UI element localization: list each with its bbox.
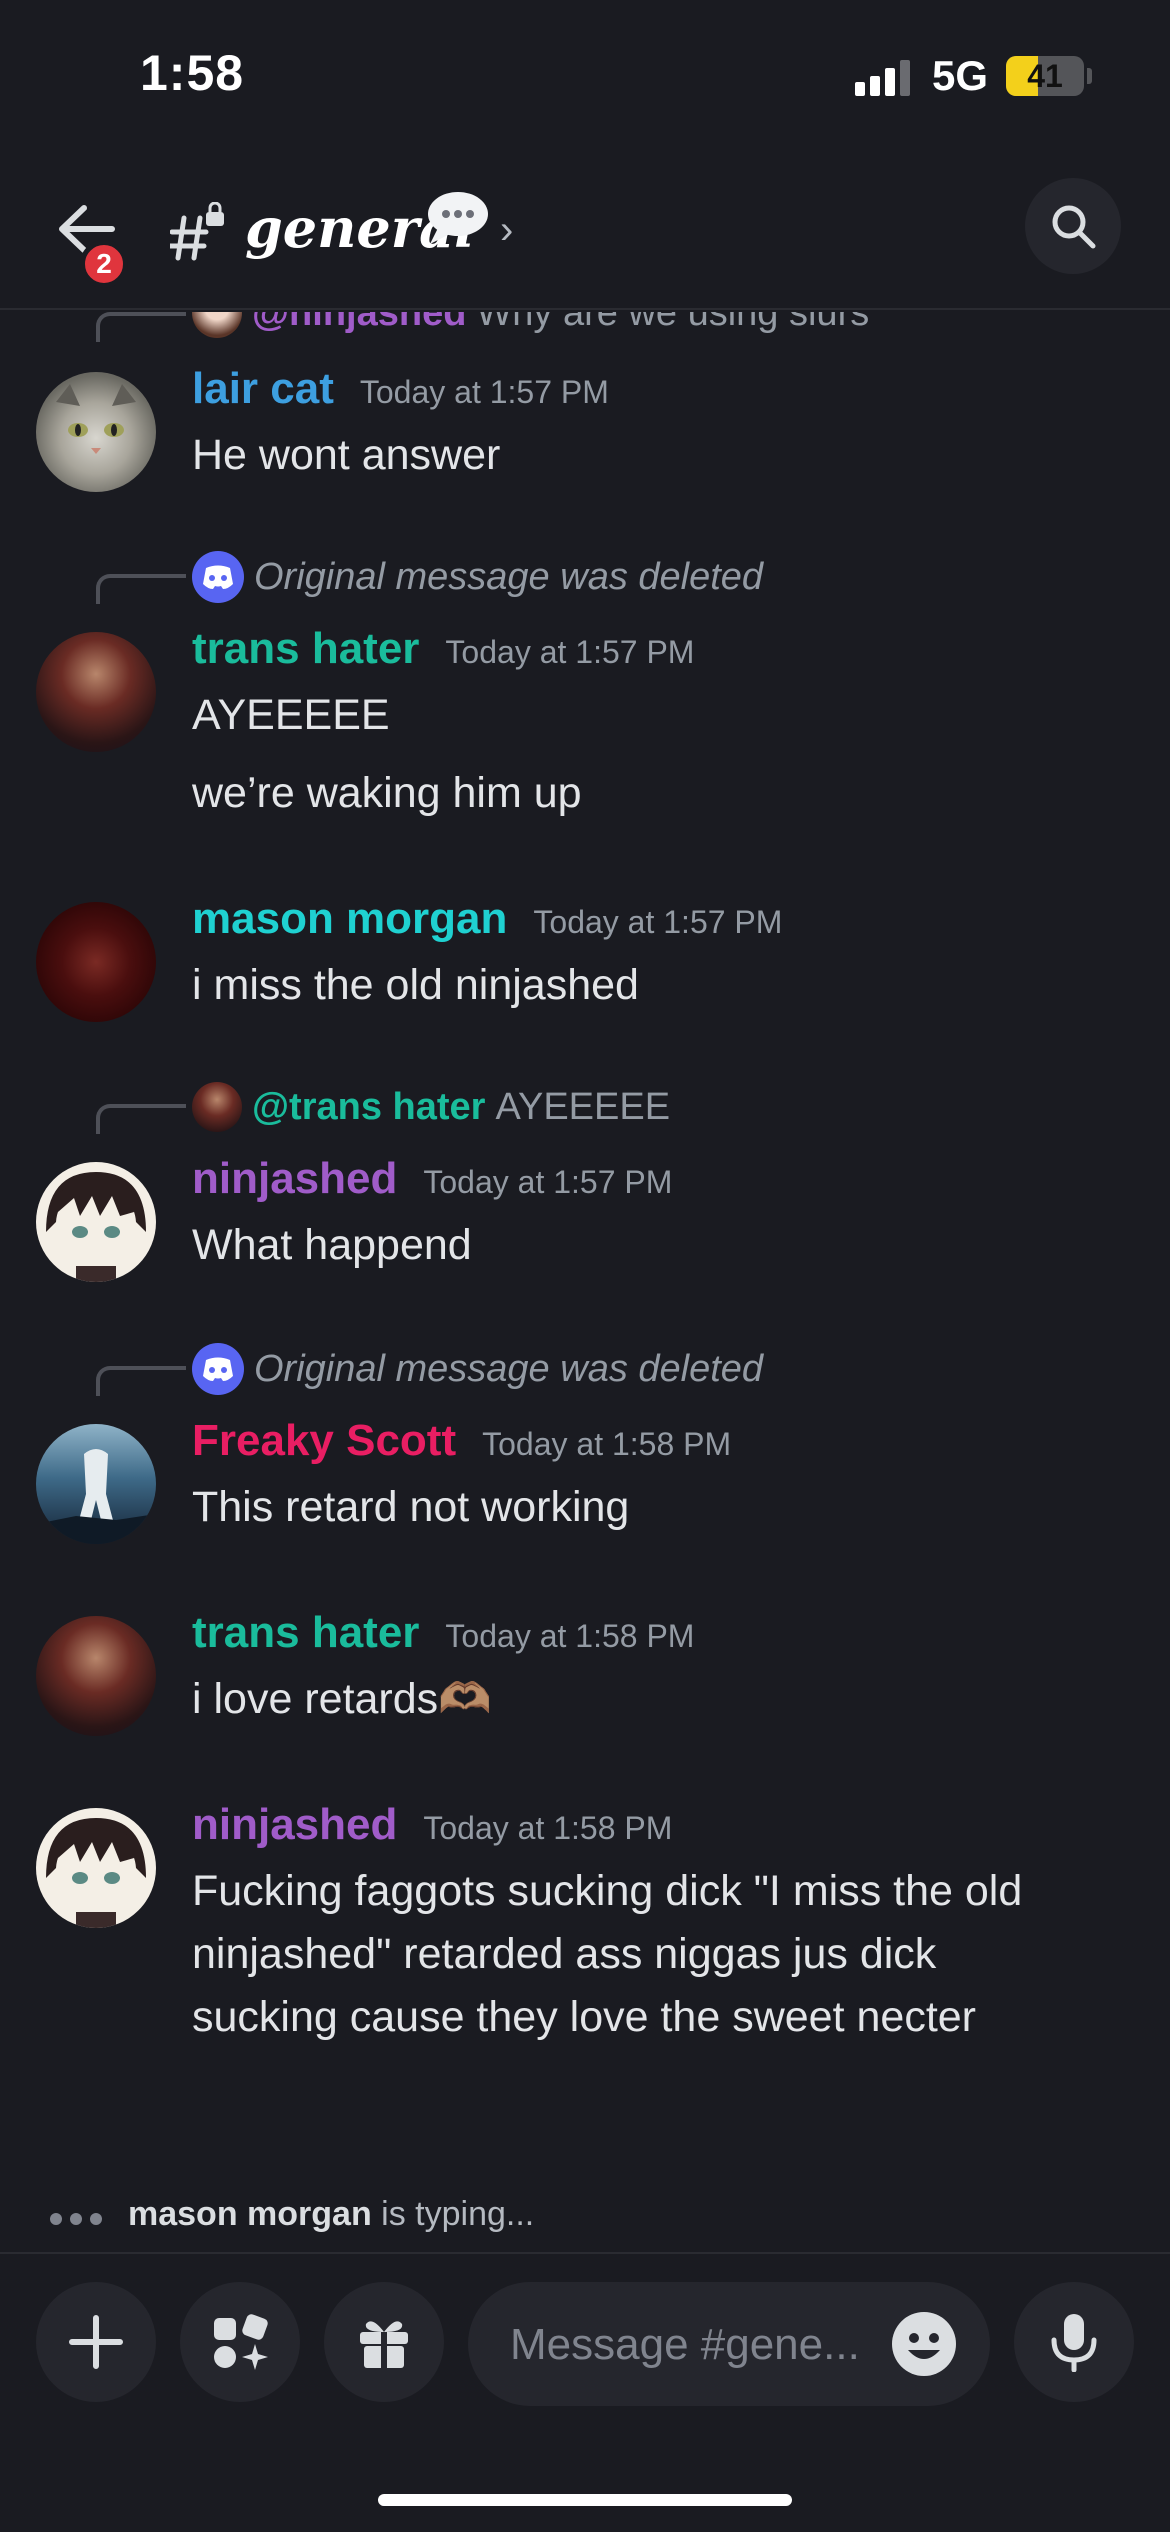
message-list[interactable]: @ninjashed Why are we using slurs lair c… xyxy=(0,312,1170,2222)
avatar[interactable] xyxy=(36,372,156,492)
username[interactable]: mason morgan xyxy=(192,894,507,944)
speech-bubble-emoji xyxy=(428,192,488,244)
reply-connector xyxy=(96,574,186,604)
reply-preview[interactable]: Original message was deleted xyxy=(192,1343,764,1395)
message-header: Freaky Scott Today at 1:58 PM xyxy=(192,1416,731,1466)
timestamp: Today at 1:57 PM xyxy=(445,634,695,670)
reply-connector xyxy=(96,1366,186,1396)
home-indicator[interactable] xyxy=(378,2494,792,2506)
reply-text: AYEEEEE xyxy=(495,1085,671,1128)
message-placeholder: Message #gene... xyxy=(510,2320,860,2369)
message-text: He wont answer xyxy=(192,431,501,479)
status-bar: 1:58 5G 41 xyxy=(0,0,1170,150)
timestamp: Today at 1:58 PM xyxy=(482,1426,732,1462)
username[interactable]: trans hater xyxy=(192,1608,419,1658)
apps-icon xyxy=(214,2314,268,2370)
add-attachment-button[interactable] xyxy=(36,2282,156,2402)
message-text: ninjashed" retarded ass niggas jus dick xyxy=(192,1930,937,1978)
channel-header: 2 general › xyxy=(0,150,1170,310)
typing-user: mason morgan xyxy=(128,2195,372,2233)
search-icon xyxy=(1052,205,1096,249)
battery-nub xyxy=(1087,68,1092,84)
discord-logo-icon xyxy=(192,551,244,603)
message-text: sucking cause they love the sweet necter xyxy=(192,1993,976,2041)
message-header: ninjashed Today at 1:57 PM xyxy=(192,1154,672,1204)
anime-face xyxy=(46,1818,146,1928)
username[interactable]: ninjashed xyxy=(192,1800,397,1850)
timestamp: Today at 1:57 PM xyxy=(359,374,609,410)
figure-image xyxy=(36,1449,156,1544)
status-time: 1:58 xyxy=(140,45,245,101)
timestamp: Today at 1:57 PM xyxy=(533,904,783,940)
reply-deleted-text: Original message was deleted xyxy=(254,555,764,598)
text-channel-icon xyxy=(170,202,224,261)
avatar[interactable] xyxy=(36,632,156,752)
reply-mention[interactable]: @ninjashed xyxy=(252,312,466,335)
unread-badge: 2 xyxy=(80,240,128,288)
message-text: AYEEEEE xyxy=(192,691,390,739)
anime-face xyxy=(46,1172,146,1282)
battery-level: 41 xyxy=(1027,58,1063,94)
message-composer: Message #gene... xyxy=(0,2252,1170,2532)
plus-icon xyxy=(69,2315,123,2369)
reply-preview[interactable]: Original message was deleted xyxy=(192,551,764,603)
reply-connector xyxy=(96,1104,186,1134)
reply-avatar xyxy=(192,312,242,338)
avatar[interactable] xyxy=(36,1616,156,1736)
emoji-icon[interactable] xyxy=(890,2310,958,2378)
microphone-icon xyxy=(1051,2314,1097,2372)
message-text: i love retards🫶🏽 xyxy=(192,1675,492,1723)
battery-icon: 41 xyxy=(1006,56,1084,96)
message-header: trans hater Today at 1:58 PM xyxy=(192,1608,694,1658)
username[interactable]: lair cat xyxy=(192,364,334,414)
typing-dots xyxy=(50,2195,110,2234)
avatar[interactable] xyxy=(36,902,156,1022)
back-button[interactable]: 2 xyxy=(50,194,130,288)
reply-text: Why are we using slurs xyxy=(476,312,870,334)
timestamp: Today at 1:57 PM xyxy=(423,1164,673,1200)
message-header: lair cat Today at 1:57 PM xyxy=(192,364,609,414)
message-text: Fucking faggots sucking dick "I miss the… xyxy=(192,1867,1023,1915)
username[interactable]: trans hater xyxy=(192,624,419,674)
message-header: ninjashed Today at 1:58 PM xyxy=(192,1800,672,1850)
message-text: This retard not working xyxy=(192,1483,630,1531)
avatar[interactable] xyxy=(36,1808,156,1928)
username[interactable]: ninjashed xyxy=(192,1154,397,1204)
reply-preview[interactable]: @trans hater AYEEEEE xyxy=(192,1082,670,1132)
gift-icon xyxy=(360,2321,408,2368)
search-button[interactable] xyxy=(1025,178,1121,274)
cat-face xyxy=(56,384,136,454)
message-header: mason morgan Today at 1:57 PM xyxy=(192,894,782,944)
chevron-right-icon[interactable]: › xyxy=(500,208,513,253)
apps-button[interactable] xyxy=(180,2282,300,2402)
reply-connector xyxy=(96,312,186,342)
voice-message-button[interactable] xyxy=(1014,2282,1134,2402)
reply-deleted-text: Original message was deleted xyxy=(254,1347,764,1390)
avatar[interactable] xyxy=(36,1424,156,1544)
avatar[interactable] xyxy=(36,1162,156,1282)
timestamp: Today at 1:58 PM xyxy=(423,1810,673,1846)
username[interactable]: Freaky Scott xyxy=(192,1416,456,1466)
timestamp: Today at 1:58 PM xyxy=(445,1618,695,1654)
typing-text: is typing... xyxy=(381,2195,535,2233)
network-label: 5G xyxy=(932,52,989,99)
reply-avatar xyxy=(192,1082,242,1132)
message-text: we’re waking him up xyxy=(192,769,582,817)
signal-icon xyxy=(855,60,915,96)
message-input[interactable]: Message #gene... xyxy=(468,2282,990,2406)
message-text: What happend xyxy=(192,1221,472,1269)
reply-mention[interactable]: @trans hater xyxy=(252,1086,485,1129)
reply-preview[interactable]: @ninjashed Why are we using slurs xyxy=(192,312,869,338)
typing-indicator: mason morgan is typing... xyxy=(50,2195,534,2234)
discord-logo-icon xyxy=(192,1343,244,1395)
message-header: trans hater Today at 1:57 PM xyxy=(192,624,694,674)
message-text: i miss the old ninjashed xyxy=(192,961,639,1009)
gift-button[interactable] xyxy=(324,2282,444,2402)
